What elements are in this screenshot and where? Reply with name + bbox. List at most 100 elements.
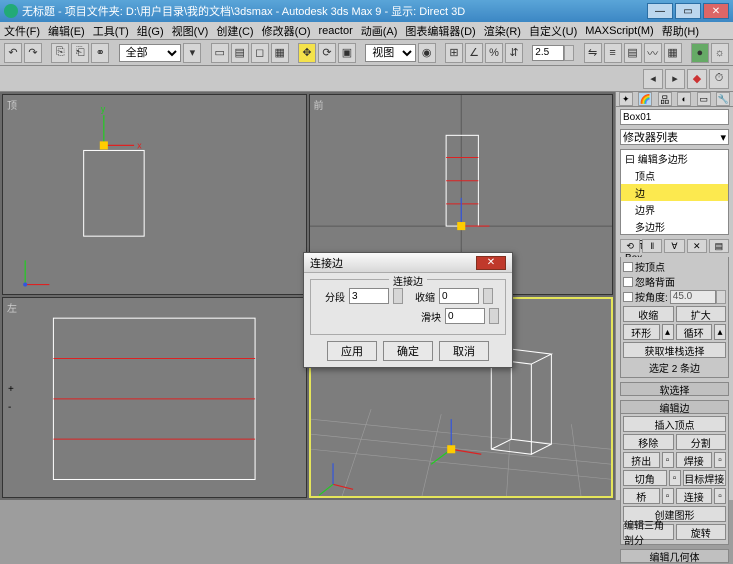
ignoreback-checkbox[interactable] [623, 277, 633, 287]
menu-views[interactable]: 视图(V) [172, 23, 209, 39]
time-config-button[interactable]: ⏱ [709, 69, 729, 89]
cancel-button[interactable]: 取消 [439, 341, 489, 361]
createshape-button[interactable]: 创建图形 [623, 506, 726, 522]
grow-button[interactable]: 扩大 [676, 306, 727, 322]
undo-button[interactable]: ↶ [4, 43, 22, 63]
connect-button[interactable]: 连接 [676, 488, 713, 504]
unique-button[interactable]: ∀ [664, 239, 684, 253]
pinch-input[interactable] [439, 288, 479, 304]
remove-mod-button[interactable]: ✕ [687, 239, 707, 253]
loop-button[interactable]: 循环 [676, 324, 713, 340]
extrude-button[interactable]: 挤出 [623, 452, 660, 468]
menu-graph[interactable]: 图表编辑器(D) [405, 23, 475, 39]
shrink-button[interactable]: 收缩 [623, 306, 674, 322]
connect-settings[interactable]: ▫ [714, 488, 726, 504]
chamfer-button[interactable]: 切角 [623, 470, 667, 486]
scale-button[interactable]: ▣ [338, 43, 356, 63]
mirror-button[interactable]: ⇋ [584, 43, 602, 63]
extrude-settings[interactable]: ▫ [662, 452, 674, 468]
schematic-button[interactable]: ▦ [664, 43, 682, 63]
byangle-input[interactable] [670, 290, 716, 304]
editedges-header[interactable]: -编辑边 [620, 400, 729, 414]
key-mode-button[interactable]: ◆ [687, 69, 707, 89]
menu-tools[interactable]: 工具(T) [93, 23, 129, 39]
bridge-settings[interactable]: ▫ [662, 488, 674, 504]
snap-toggle[interactable]: ⊞ [445, 43, 463, 63]
material-editor-button[interactable]: ● [691, 43, 709, 63]
softsel-rollup-header[interactable]: +软选择 [620, 382, 729, 396]
apply-button[interactable]: 应用 [327, 341, 377, 361]
redo-button[interactable]: ↷ [24, 43, 42, 63]
loop-spinner[interactable]: ▴ [714, 324, 726, 340]
show-end-button[interactable]: ‖ [642, 239, 662, 253]
menu-reactor[interactable]: reactor [319, 25, 353, 37]
dialog-close-button[interactable]: ✕ [476, 256, 506, 270]
ring-spinner[interactable]: ▴ [662, 324, 674, 340]
stack-border[interactable]: 边界 [621, 201, 728, 218]
remove-button[interactable]: 移除 [623, 434, 674, 450]
menu-file[interactable]: 文件(F) [4, 23, 40, 39]
weld-button[interactable]: 焊接 [676, 452, 713, 468]
align-button[interactable]: ≡ [604, 43, 622, 63]
menu-create[interactable]: 创建(C) [216, 23, 253, 39]
segments-spinner[interactable] [393, 288, 403, 304]
menu-help[interactable]: 帮助(H) [662, 23, 699, 39]
menu-edit[interactable]: 编辑(E) [48, 23, 85, 39]
chamfer-settings[interactable]: ▫ [669, 470, 681, 486]
display-tab-icon[interactable]: ▭ [697, 92, 711, 106]
bind-button[interactable]: ⚭ [91, 43, 109, 63]
menu-maxscript[interactable]: MAXScript(M) [585, 25, 653, 37]
render-scene-button[interactable]: ☼ [711, 43, 729, 63]
ring-button[interactable]: 环形 [623, 324, 660, 340]
angle-snap-toggle[interactable]: ∠ [465, 43, 483, 63]
edittri-button[interactable]: 编辑三角剖分 [623, 524, 674, 540]
rotate-button[interactable]: ⟳ [318, 43, 336, 63]
modify-tab-icon[interactable]: 🌈 [638, 92, 652, 106]
menu-group[interactable]: 组(G) [137, 23, 164, 39]
editgeom-header[interactable]: 编辑几何体 [620, 549, 729, 563]
stack-root[interactable]: 曰 编辑多边形 [621, 150, 728, 167]
link-button[interactable]: ⎘ [51, 43, 69, 63]
byangle-checkbox[interactable] [623, 292, 633, 302]
selection-set-dropdown[interactable]: 全部 [119, 44, 182, 62]
modifier-list-dropdown[interactable]: 修改器列表▾ [620, 129, 729, 145]
pin-stack-button[interactable]: ⟲ [620, 239, 640, 253]
viewport-left[interactable]: 左 [2, 297, 307, 498]
hierarchy-tab-icon[interactable]: 品 [658, 92, 672, 106]
create-tab-icon[interactable]: ✦ [619, 92, 633, 106]
slide-spinner[interactable] [489, 308, 499, 324]
close-button[interactable]: ✕ [703, 3, 729, 19]
stack-polygon[interactable]: 多边形 [621, 218, 728, 235]
stack-vertex[interactable]: 顶点 [621, 167, 728, 184]
pivot-button[interactable]: ◉ [418, 43, 436, 63]
modifier-stack[interactable]: 曰 编辑多边形 顶点 边 边界 多边形 元素 Box [620, 149, 729, 235]
dialog-titlebar[interactable]: 连接边 ✕ [304, 253, 512, 273]
split-button[interactable]: 分割 [676, 434, 727, 450]
stack-edge[interactable]: 边 [621, 184, 728, 201]
filter-button[interactable]: ▾ [183, 43, 201, 63]
menu-animation[interactable]: 动画(A) [361, 23, 398, 39]
layers-button[interactable]: ▤ [624, 43, 642, 63]
curve-editor-button[interactable]: 〰 [644, 43, 662, 63]
byvertex-checkbox[interactable] [623, 262, 633, 272]
turn-button[interactable]: 旋转 [676, 524, 727, 540]
ref-coord-dropdown[interactable]: 视图 [365, 44, 415, 62]
window-crossing-button[interactable]: ▦ [271, 43, 289, 63]
ok-button[interactable]: 确定 [383, 341, 433, 361]
next-key-button[interactable]: ▸ [665, 69, 685, 89]
prev-key-button[interactable]: ◂ [643, 69, 663, 89]
viewport-top[interactable]: 顶 x y [2, 94, 307, 295]
segments-input[interactable] [349, 288, 389, 304]
unlink-button[interactable]: ⎗ [71, 43, 89, 63]
spinner-snap-toggle[interactable]: ⇵ [505, 43, 523, 63]
targetweld-button[interactable]: 目标焊接 [683, 470, 727, 486]
menu-modifiers[interactable]: 修改器(O) [262, 23, 311, 39]
config-button[interactable]: ▤ [709, 239, 729, 253]
motion-tab-icon[interactable]: ◐ [677, 92, 691, 106]
select-region-button[interactable]: ◻ [251, 43, 269, 63]
maximize-button[interactable]: ▭ [675, 3, 701, 19]
percent-snap-toggle[interactable]: % [485, 43, 503, 63]
spinner-value[interactable] [532, 45, 574, 61]
select-button[interactable]: ▭ [211, 43, 229, 63]
menu-render[interactable]: 渲染(R) [484, 23, 521, 39]
